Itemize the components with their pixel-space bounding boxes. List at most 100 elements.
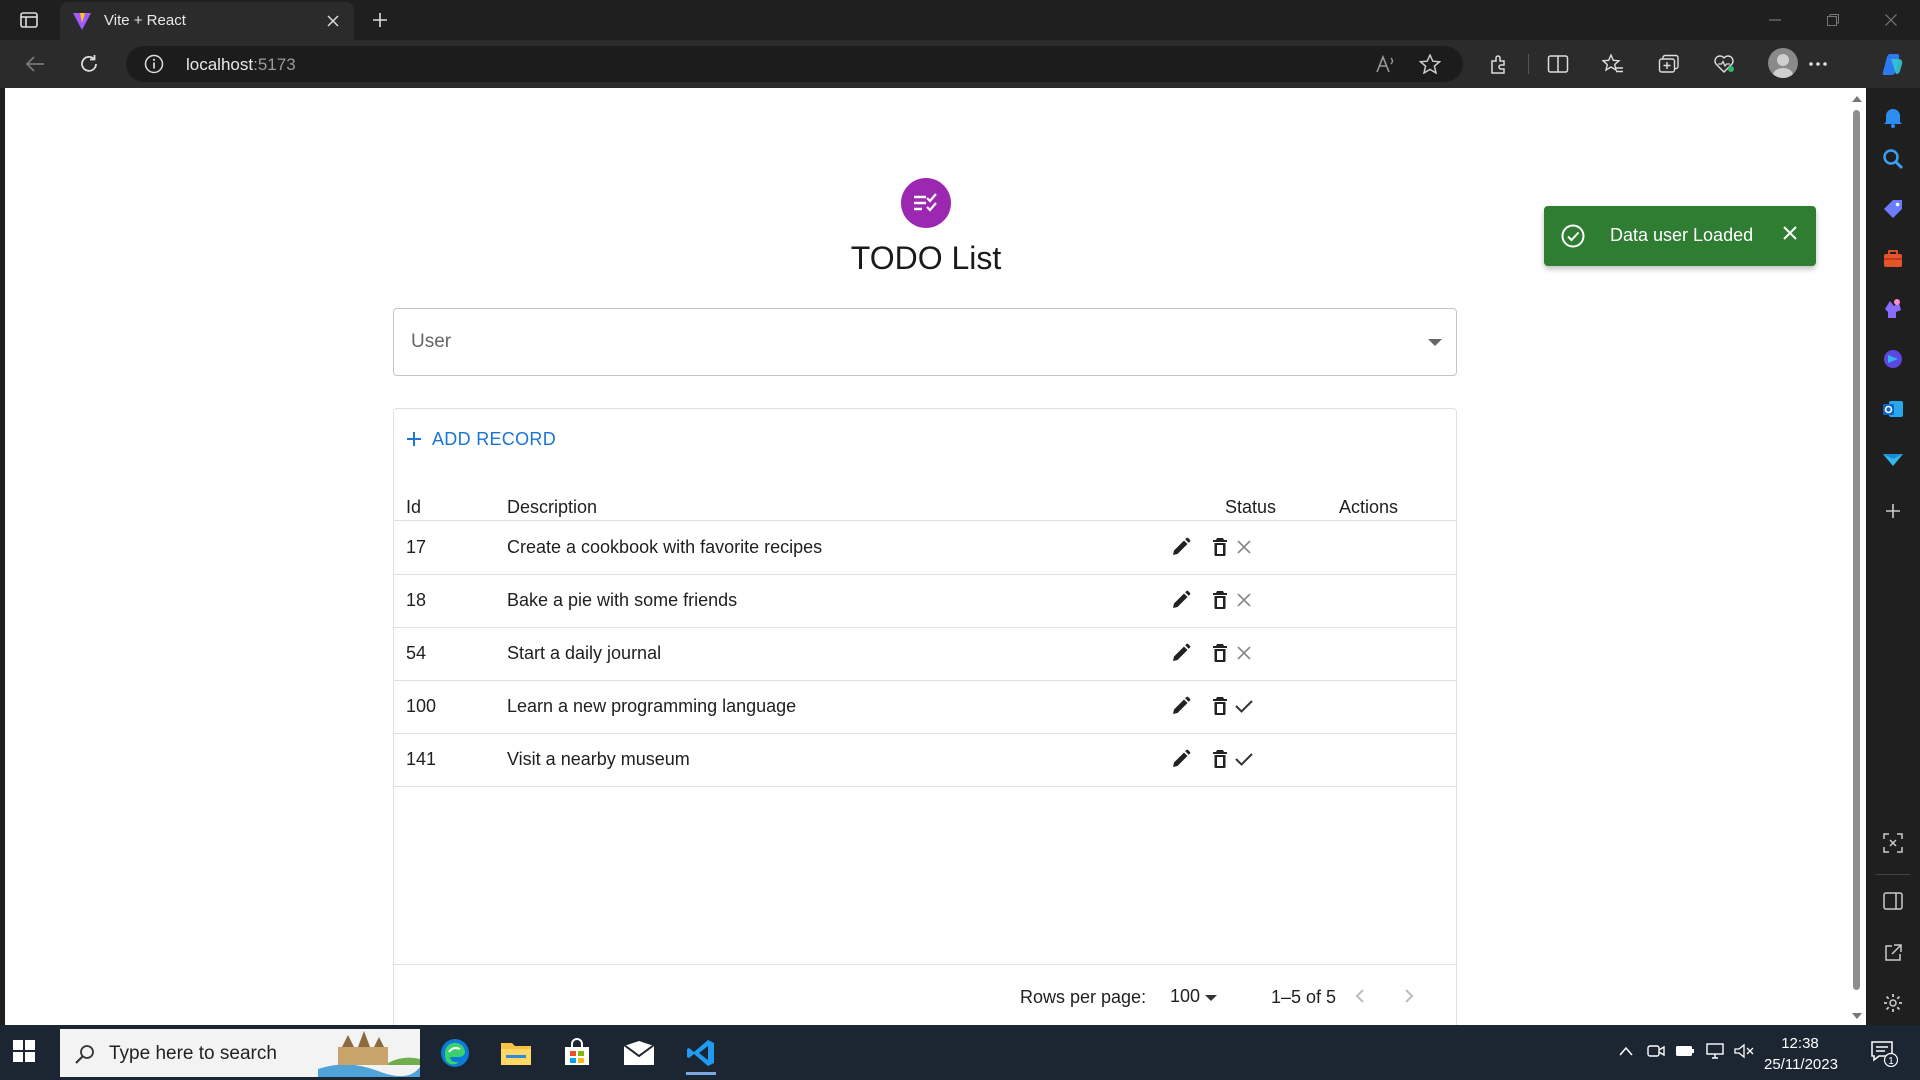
- new-tab-icon[interactable]: [367, 8, 393, 32]
- table-row[interactable]: 100 Learn a new programming language: [394, 680, 1456, 734]
- read-aloud-icon[interactable]: [1375, 54, 1397, 74]
- delete-trash-icon[interactable]: [1208, 641, 1232, 665]
- row-description: Create a cookbook with favorite recipes: [507, 537, 823, 557]
- close-window-icon[interactable]: [1862, 0, 1920, 40]
- close-icon: [1232, 535, 1256, 559]
- taskbar-clock[interactable]: 12:38 25/11/2023: [1764, 1033, 1838, 1075]
- edit-pencil-icon[interactable]: [1169, 694, 1193, 718]
- split-screen-icon[interactable]: [1541, 48, 1575, 80]
- edit-pencil-icon[interactable]: [1169, 641, 1193, 665]
- favorites-icon[interactable]: [1596, 48, 1630, 80]
- open-external-icon[interactable]: [1880, 940, 1906, 966]
- taskbar-edge-icon[interactable]: [432, 1031, 478, 1075]
- grid-footer: Rows per page: 100 1–5 of 5: [394, 965, 1456, 1025]
- tray-overflow-icon[interactable]: [1616, 1041, 1636, 1061]
- collections-icon[interactable]: [1652, 48, 1686, 80]
- delete-trash-icon[interactable]: [1208, 747, 1232, 771]
- column-header-description[interactable]: Description: [507, 497, 597, 518]
- toast-close-icon[interactable]: [1782, 225, 1798, 241]
- screenshot-icon[interactable]: [1880, 830, 1906, 856]
- table-row[interactable]: 141 Visit a nearby museum: [394, 733, 1456, 787]
- hide-sidebar-icon[interactable]: [1880, 888, 1906, 914]
- back-icon[interactable]: [18, 48, 52, 80]
- delete-trash-icon[interactable]: [1208, 694, 1232, 718]
- extensions-icon[interactable]: [1482, 48, 1516, 80]
- scroll-thumb[interactable]: [1853, 110, 1860, 990]
- add-record-label: ADD RECORD: [432, 428, 557, 449]
- taskbar-mail-icon[interactable]: [616, 1031, 662, 1075]
- edit-pencil-icon[interactable]: [1169, 588, 1193, 612]
- search-icon[interactable]: [1880, 146, 1906, 172]
- row-id: 54: [406, 643, 427, 663]
- browser-essentials-icon[interactable]: [1707, 48, 1741, 80]
- delete-trash-icon[interactable]: [1208, 588, 1232, 612]
- taskbar-search-box[interactable]: Type here to search: [60, 1029, 420, 1077]
- tray-battery-icon[interactable]: [1675, 1041, 1695, 1061]
- games-icon[interactable]: [1880, 296, 1906, 322]
- add-sidebar-app-icon[interactable]: [1880, 498, 1906, 524]
- sidebar-divider: [1876, 874, 1910, 875]
- previous-page-icon[interactable]: [1347, 983, 1373, 1009]
- toast-message: Data user Loaded: [1610, 225, 1754, 245]
- taskbar-file-explorer-icon[interactable]: [493, 1031, 539, 1075]
- outlook-icon[interactable]: [1880, 396, 1906, 422]
- edge-sidebar: [1866, 88, 1920, 1025]
- search-highlight-image: [318, 1029, 420, 1077]
- taskbar-store-icon[interactable]: [554, 1031, 600, 1075]
- microsoft-365-icon[interactable]: [1880, 346, 1906, 372]
- taskbar-vscode-icon[interactable]: [678, 1031, 724, 1075]
- favorite-star-icon[interactable]: [1419, 54, 1441, 74]
- tab-close-icon[interactable]: [322, 10, 344, 32]
- refresh-icon[interactable]: [72, 48, 106, 80]
- tools-briefcase-icon[interactable]: [1880, 246, 1906, 272]
- windows-start-icon[interactable]: [12, 1039, 38, 1065]
- notification-center-icon[interactable]: 1: [1870, 1039, 1898, 1067]
- check-icon: [1232, 694, 1256, 718]
- scroll-up-icon[interactable]: [1852, 96, 1862, 102]
- table-row[interactable]: 18 Bake a pie with some friends: [394, 574, 1456, 628]
- bell-icon[interactable]: [1880, 104, 1906, 130]
- scroll-down-icon[interactable]: [1852, 1013, 1862, 1019]
- copilot-icon[interactable]: [1876, 48, 1910, 80]
- send-drop-icon[interactable]: [1880, 446, 1906, 472]
- browser-toolbar: localhost:5173: [0, 40, 1920, 88]
- column-header-status[interactable]: Status: [1225, 497, 1276, 518]
- edit-pencil-icon[interactable]: [1169, 535, 1193, 559]
- tray-meet-icon[interactable]: [1646, 1041, 1666, 1061]
- table-row[interactable]: 17 Create a cookbook with favorite recipe…: [394, 521, 1456, 575]
- site-info-icon[interactable]: [144, 54, 164, 74]
- rows-per-page-label: Rows per page:: [1020, 987, 1147, 1007]
- shopping-tag-icon[interactable]: [1880, 196, 1906, 222]
- taskbar-search-placeholder: Type here to search: [109, 1043, 277, 1064]
- row-id: 100: [406, 696, 437, 716]
- minimize-icon[interactable]: [1746, 0, 1804, 40]
- close-icon: [1232, 588, 1256, 612]
- windows-taskbar: Type here to search 12:38 25/11/2023 1: [0, 1025, 1920, 1080]
- user-select[interactable]: User: [393, 308, 1457, 376]
- active-app-indicator: [686, 1072, 716, 1075]
- close-icon: [1232, 641, 1256, 665]
- rows-per-page-select[interactable]: 100: [1170, 986, 1200, 1007]
- settings-more-icon[interactable]: [1801, 48, 1835, 80]
- tray-volume-muted-icon[interactable]: [1734, 1041, 1754, 1061]
- column-header-id[interactable]: Id: [406, 497, 421, 518]
- success-toast: Data user Loaded: [1544, 206, 1816, 266]
- address-bar[interactable]: localhost:5173: [126, 46, 1463, 82]
- rows-per-page-caret-icon[interactable]: [1205, 995, 1217, 1001]
- table-row[interactable]: 54 Start a daily journal: [394, 627, 1456, 681]
- tab-actions-icon[interactable]: [14, 8, 44, 32]
- column-header-actions[interactable]: Actions: [1339, 497, 1398, 518]
- page-scrollbar[interactable]: [1847, 88, 1866, 1025]
- gear-icon[interactable]: [1880, 990, 1906, 1016]
- next-page-icon[interactable]: [1396, 983, 1422, 1009]
- restore-icon[interactable]: [1804, 0, 1862, 40]
- browser-tab-bar: Vite + React: [0, 0, 1920, 40]
- add-record-button[interactable]: ADD RECORD: [406, 423, 556, 455]
- profile-avatar[interactable]: [1768, 48, 1798, 78]
- toolbar-separator: [1528, 54, 1529, 74]
- browser-tab-active[interactable]: Vite + React: [60, 2, 354, 40]
- delete-trash-icon[interactable]: [1208, 535, 1232, 559]
- plus-icon: [407, 432, 421, 446]
- tray-network-icon[interactable]: [1705, 1041, 1725, 1061]
- edit-pencil-icon[interactable]: [1169, 747, 1193, 771]
